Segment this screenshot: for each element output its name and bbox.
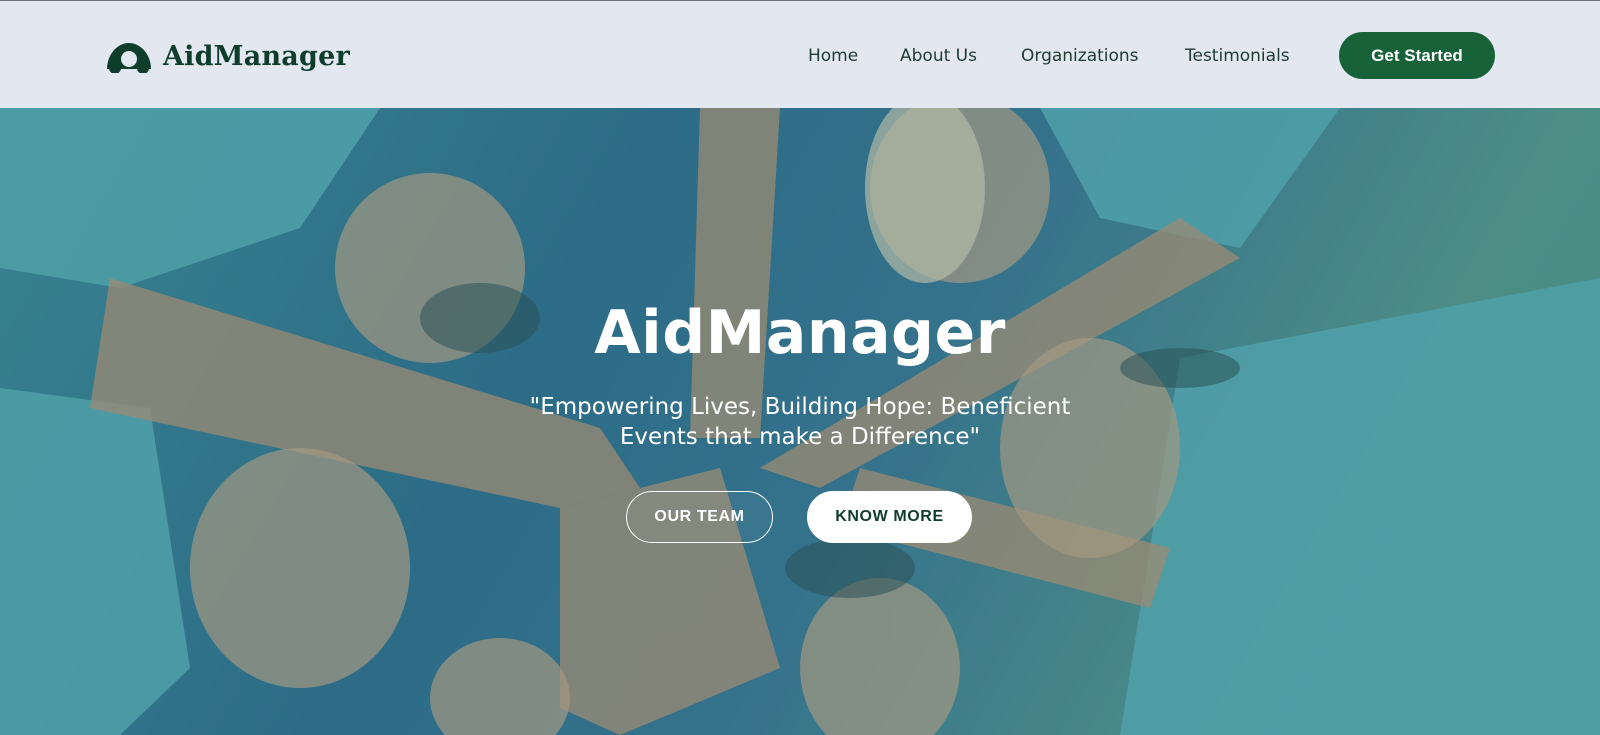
know-more-button[interactable]: KNOW MORE xyxy=(807,491,972,543)
nav-organizations[interactable]: Organizations xyxy=(1021,43,1139,69)
nav-home[interactable]: Home xyxy=(808,43,858,69)
hero-tagline: "Empowering Lives, Building Hope: Benefi… xyxy=(529,394,1071,450)
nav-testimonials[interactable]: Testimonials xyxy=(1185,43,1290,69)
get-started-button[interactable]: Get Started xyxy=(1339,32,1495,79)
hero-section: AidManager "Empowering Lives, Building H… xyxy=(0,108,1600,735)
site-header: AidManager Home About Us Organizations T… xyxy=(0,0,1600,108)
hero-title: AidManager xyxy=(594,298,1006,368)
nav-about-us[interactable]: About Us xyxy=(900,43,977,69)
our-team-button[interactable]: OUR TEAM xyxy=(626,491,773,543)
